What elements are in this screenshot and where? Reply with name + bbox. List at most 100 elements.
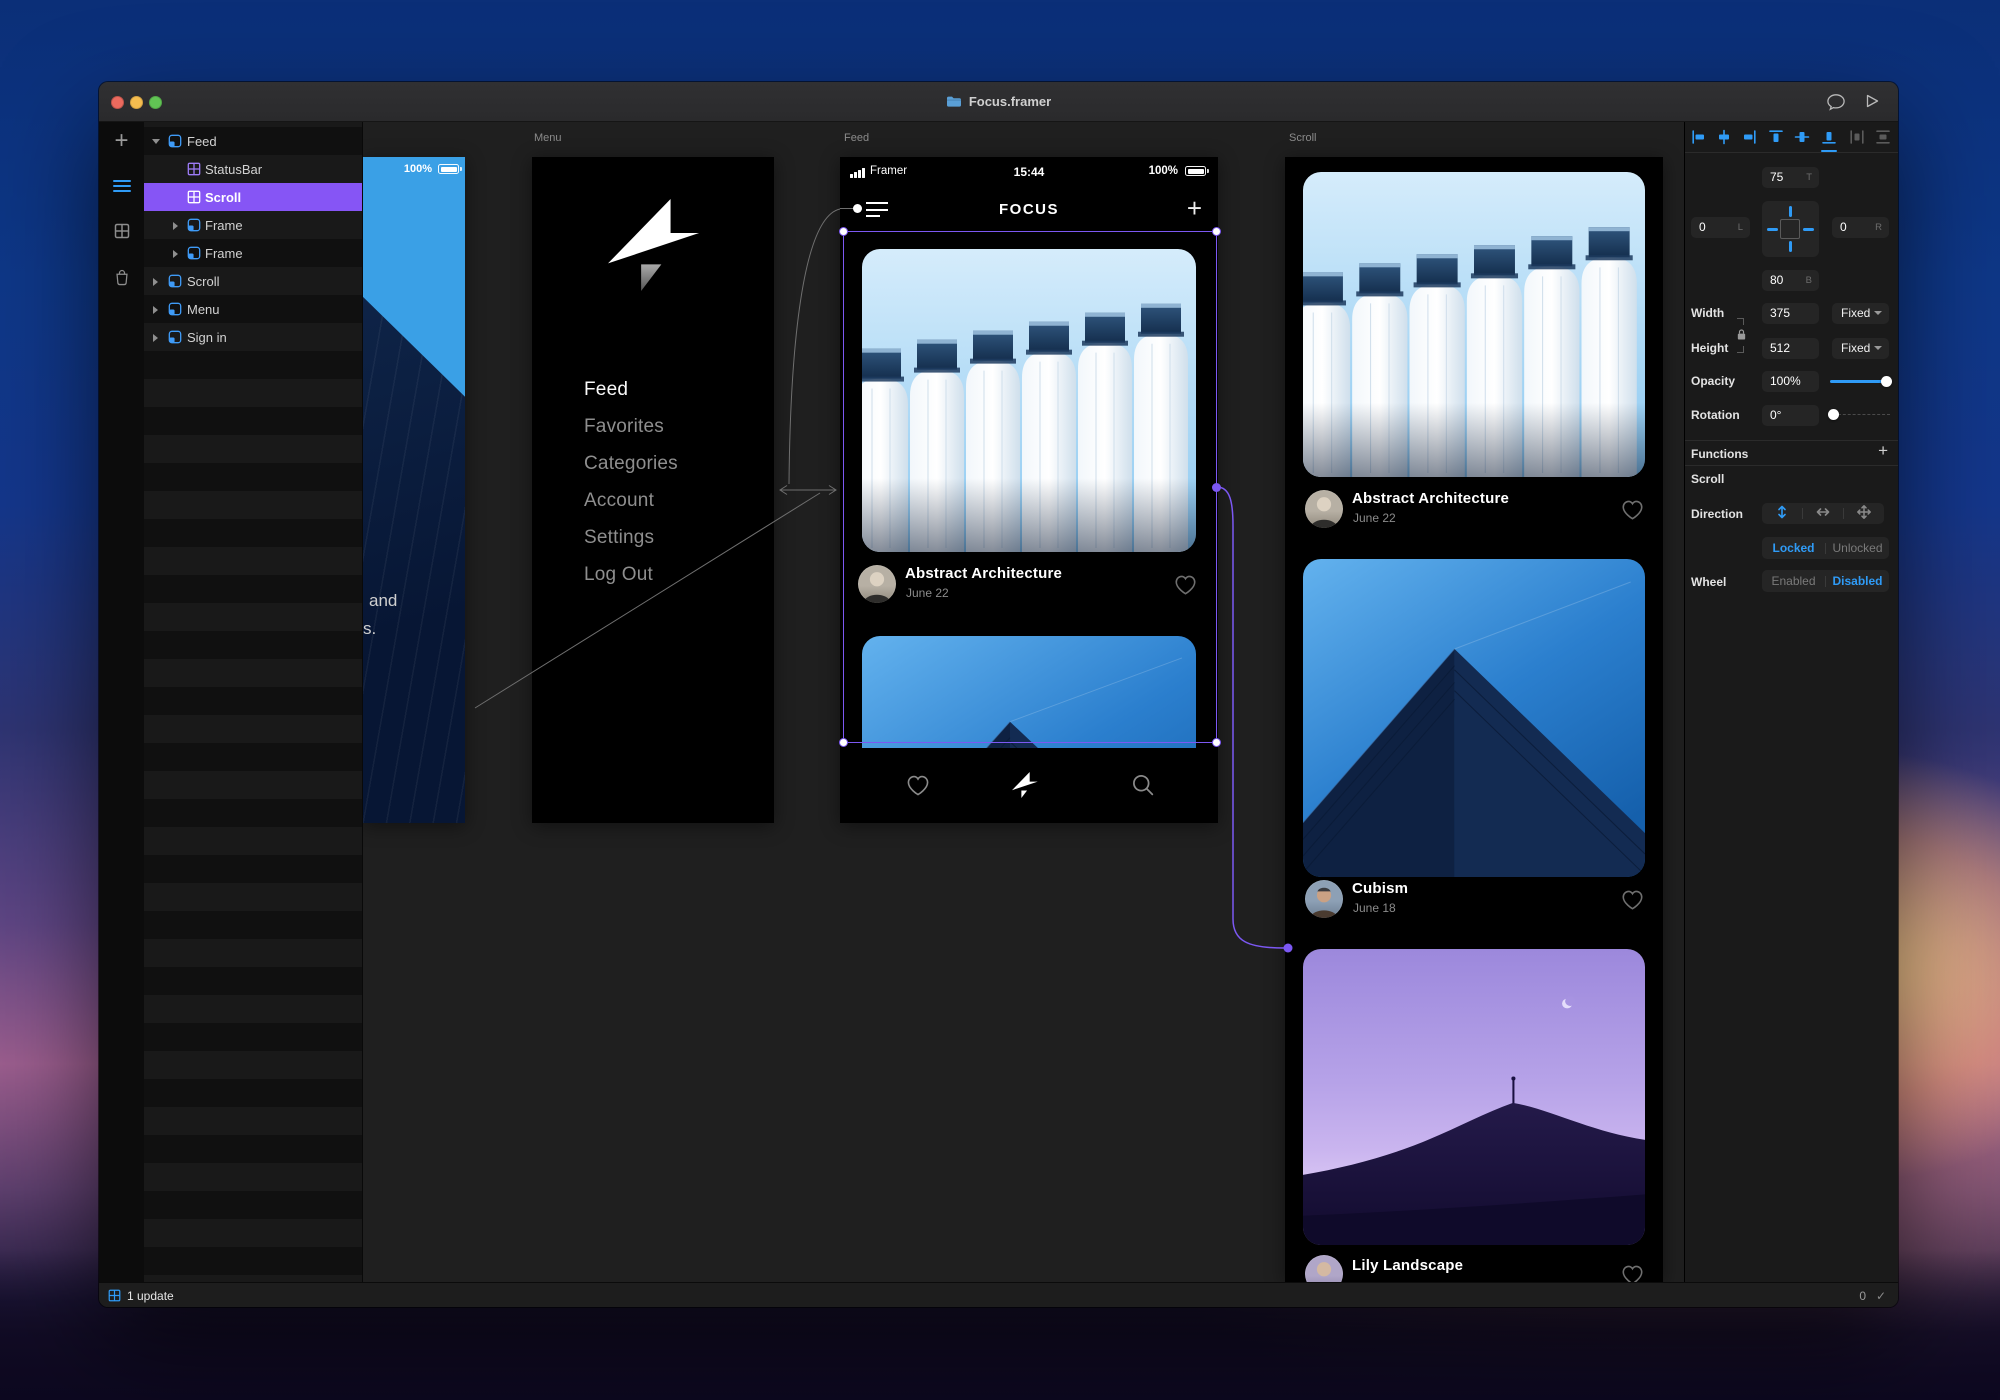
align-center-horizontal-icon[interactable] <box>1716 129 1732 145</box>
framer-window: Focus.framer + Feed StatusBar <box>99 82 1898 1307</box>
layer-row-signin[interactable]: Sign in <box>144 323 362 351</box>
width-mode-dropdown[interactable]: Fixed <box>1832 303 1889 324</box>
align-left-icon[interactable] <box>1691 129 1707 145</box>
battery-icon <box>438 164 459 174</box>
rotation-field[interactable]: 0° <box>1762 405 1819 426</box>
card-date: June 18 <box>1353 901 1396 915</box>
layer-row-feed[interactable]: Feed <box>144 127 362 155</box>
avatar[interactable] <box>1305 490 1343 528</box>
minimize-window-button[interactable] <box>130 96 143 109</box>
feed-frame[interactable]: Framer 15:44 100% FOCUS + <box>840 157 1218 823</box>
tab-feed-bolt-icon[interactable] <box>1012 772 1038 798</box>
signin-frame[interactable]: 100% and s. <box>363 157 465 823</box>
signin-battery-group: 100% <box>404 163 459 175</box>
updates-label[interactable]: 1 update <box>127 1289 174 1303</box>
align-right-icon[interactable] <box>1741 129 1757 145</box>
lock-option-locked[interactable]: Locked <box>1762 541 1825 555</box>
frame-icon <box>168 302 182 316</box>
layer-row-statusbar[interactable]: StatusBar <box>144 155 362 183</box>
layer-row-scroll-top[interactable]: Scroll <box>144 267 362 295</box>
tab-favorites-icon[interactable] <box>904 771 932 799</box>
avatar[interactable] <box>1305 1255 1343 1282</box>
battery-icon <box>1185 166 1206 176</box>
avatar[interactable] <box>858 565 896 603</box>
wheel-option-disabled[interactable]: Disabled <box>1826 574 1889 588</box>
error-count: 0 <box>1859 1289 1866 1303</box>
opacity-field[interactable]: 100% <box>1762 371 1819 392</box>
layer-label: Frame <box>205 246 243 261</box>
menu-item-settings[interactable]: Settings <box>584 527 678 549</box>
disclosure-closed-icon[interactable] <box>153 306 158 314</box>
scroll-card3-image[interactable] <box>1303 949 1645 1245</box>
store-bag-icon[interactable] <box>99 260 144 294</box>
menu-frame[interactable]: Feed Favorites Categories Account Settin… <box>532 157 774 823</box>
like-heart-icon[interactable] <box>1619 886 1646 913</box>
direction-both-icon[interactable] <box>1844 504 1884 523</box>
feed-card-image[interactable] <box>862 249 1196 552</box>
lock-option-unlocked[interactable]: Unlocked <box>1826 541 1889 555</box>
direction-horizontal-icon[interactable] <box>1803 506 1843 521</box>
frame-icon <box>187 246 201 260</box>
scroll-frame[interactable]: Abstract Architecture June 22 Cubism Jun… <box>1285 157 1663 1282</box>
anchor-widget[interactable] <box>1762 201 1819 257</box>
align-center-vertical-icon[interactable] <box>1794 129 1810 145</box>
align-top-icon[interactable] <box>1768 129 1784 145</box>
preview-play-icon[interactable] <box>1864 93 1880 109</box>
height-mode-dropdown[interactable]: Fixed <box>1832 338 1889 359</box>
menu-item-categories[interactable]: Categories <box>584 453 678 475</box>
distribute-vertical-icon[interactable] <box>1875 129 1891 145</box>
lock-segmented: Locked Unlocked <box>1762 537 1889 559</box>
position-left-field[interactable]: 0L <box>1691 217 1750 238</box>
disclosure-closed-icon[interactable] <box>153 334 158 342</box>
frame-label-feed[interactable]: Feed <box>844 132 869 144</box>
lock-dimensions-icon[interactable] <box>1736 328 1747 341</box>
frame-label-scroll[interactable]: Scroll <box>1289 132 1317 144</box>
scroll-card2-image[interactable] <box>1303 559 1645 877</box>
components-grid-icon[interactable] <box>99 214 144 248</box>
menu-item-favorites[interactable]: Favorites <box>584 416 678 438</box>
layer-label: Scroll <box>205 190 241 205</box>
zoom-window-button[interactable] <box>149 96 162 109</box>
scroll-card1-image[interactable] <box>1303 172 1645 477</box>
insert-plus-icon[interactable]: + <box>99 124 144 158</box>
feed-card2-image[interactable] <box>862 636 1196 748</box>
rotation-slider[interactable] <box>1833 414 1890 415</box>
canvas[interactable]: 100% and s. Menu Feed Favorites Categori… <box>363 122 1684 1282</box>
frame-label-menu[interactable]: Menu <box>534 132 562 144</box>
add-function-icon[interactable]: + <box>1878 441 1888 461</box>
disclosure-closed-icon[interactable] <box>173 250 178 258</box>
distribute-horizontal-icon[interactable] <box>1849 129 1865 145</box>
width-field[interactable]: 375 <box>1762 303 1819 324</box>
layer-row-frame-1[interactable]: Frame <box>144 211 362 239</box>
titlebar: Focus.framer <box>99 82 1898 122</box>
menu-item-account[interactable]: Account <box>584 490 678 512</box>
position-top-field[interactable]: 75T <box>1762 167 1819 188</box>
close-window-button[interactable] <box>111 96 124 109</box>
layer-row-scroll-selected[interactable]: Scroll <box>144 183 362 211</box>
wheel-option-enabled[interactable]: Enabled <box>1762 574 1825 588</box>
like-heart-icon[interactable] <box>1619 1261 1646 1282</box>
disclosure-closed-icon[interactable] <box>173 222 178 230</box>
height-field[interactable]: 512 <box>1762 338 1819 359</box>
align-bottom-icon[interactable] <box>1821 129 1837 145</box>
like-heart-icon[interactable] <box>1172 571 1199 598</box>
inspector-panel: 75T 0L 0R 80B Width 375 Fixed <box>1684 122 1898 1282</box>
like-heart-icon[interactable] <box>1619 496 1646 523</box>
comments-icon[interactable] <box>1826 93 1846 111</box>
disclosure-closed-icon[interactable] <box>153 278 158 286</box>
position-right-field[interactable]: 0R <box>1832 217 1889 238</box>
disclosure-open-icon[interactable] <box>152 139 160 144</box>
direction-vertical-icon[interactable] <box>1762 504 1802 523</box>
position-bottom-field[interactable]: 80B <box>1762 270 1819 291</box>
tab-search-icon[interactable] <box>1129 771 1157 799</box>
layer-row-frame-2[interactable]: Frame <box>144 239 362 267</box>
opacity-label: Opacity <box>1691 374 1735 388</box>
menu-item-logout[interactable]: Log Out <box>584 564 678 586</box>
add-post-icon[interactable]: + <box>1187 193 1202 224</box>
avatar[interactable] <box>1305 880 1343 918</box>
layers-panel-icon[interactable] <box>99 169 144 203</box>
menu-item-feed[interactable]: Feed <box>584 379 678 401</box>
opacity-slider-knob[interactable] <box>1881 376 1892 387</box>
rotation-slider-knob[interactable] <box>1828 409 1839 420</box>
layer-row-menu[interactable]: Menu <box>144 295 362 323</box>
